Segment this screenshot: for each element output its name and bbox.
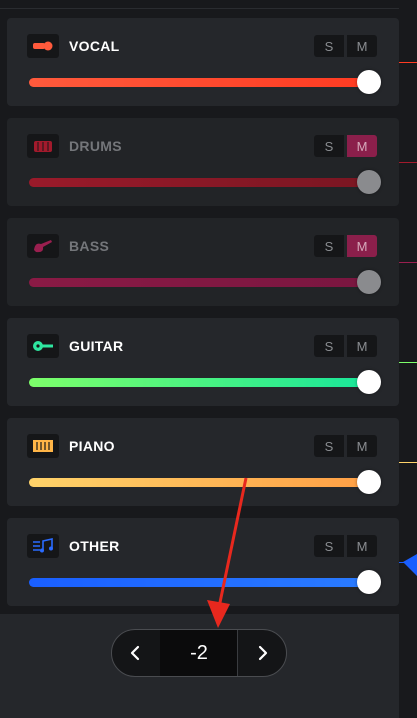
chevron-right-icon (258, 645, 268, 661)
volume-slider[interactable] (29, 178, 369, 187)
track-name: VOCAL (69, 38, 120, 54)
track-name: BASS (69, 238, 110, 254)
volume-slider[interactable] (29, 78, 369, 87)
track-piano-lane-marker (399, 462, 417, 463)
mute-button[interactable]: M (347, 35, 377, 57)
volume-slider-thumb[interactable] (357, 470, 381, 494)
track-vocal-lane-marker (399, 62, 417, 63)
volume-slider-thumb[interactable] (357, 270, 381, 294)
top-divider (0, 0, 399, 9)
track-drums-lane-marker (399, 162, 417, 163)
solo-button[interactable]: S (314, 435, 344, 457)
mute-button[interactable]: M (347, 235, 377, 257)
music-notes-icon (27, 534, 59, 558)
microphone-icon (27, 34, 59, 58)
volume-slider-thumb[interactable] (357, 170, 381, 194)
track-bass-lane-marker (399, 262, 417, 263)
guitar-icon (27, 334, 59, 358)
mute-button[interactable]: M (347, 335, 377, 357)
chevron-left-icon (130, 645, 140, 661)
pitch-stepper: -2 (111, 629, 287, 677)
piano-icon (27, 434, 59, 458)
track-guitar-lane-marker (399, 362, 417, 363)
track-drums: DRUMS S M (7, 118, 399, 206)
stem-mixer: VOCAL S M DRUMS S M BASS S M GUITAR S M … (0, 0, 417, 718)
volume-slider-thumb[interactable] (357, 570, 381, 594)
volume-slider-thumb[interactable] (357, 370, 381, 394)
solo-button[interactable]: S (314, 235, 344, 257)
track-piano: PIANO S M (7, 418, 399, 506)
solo-button[interactable]: S (314, 535, 344, 557)
solo-button[interactable]: S (314, 35, 344, 57)
mute-button[interactable]: M (347, 535, 377, 557)
solo-button[interactable]: S (314, 135, 344, 157)
mute-button[interactable]: M (347, 135, 377, 157)
drum-icon (27, 134, 59, 158)
track-guitar: GUITAR S M (7, 318, 399, 406)
volume-slider[interactable] (29, 478, 369, 487)
track-vocal: VOCAL S M (7, 18, 399, 106)
volume-slider-thumb[interactable] (357, 70, 381, 94)
track-other: OTHER S M (7, 518, 399, 606)
pitch-value: -2 (160, 630, 238, 676)
solo-button[interactable]: S (314, 335, 344, 357)
increment-button[interactable] (237, 630, 286, 676)
track-name: DRUMS (69, 138, 122, 154)
track-name: GUITAR (69, 338, 124, 354)
track-bass: BASS S M (7, 218, 399, 306)
volume-slider[interactable] (29, 378, 369, 387)
bass-guitar-icon (27, 234, 59, 258)
volume-slider[interactable] (29, 278, 369, 287)
decrement-button[interactable] (112, 630, 161, 676)
track-name: PIANO (69, 438, 115, 454)
mute-button[interactable]: M (347, 435, 377, 457)
track-other-lane-marker (399, 562, 417, 563)
volume-slider[interactable] (29, 578, 369, 587)
track-name: OTHER (69, 538, 120, 554)
